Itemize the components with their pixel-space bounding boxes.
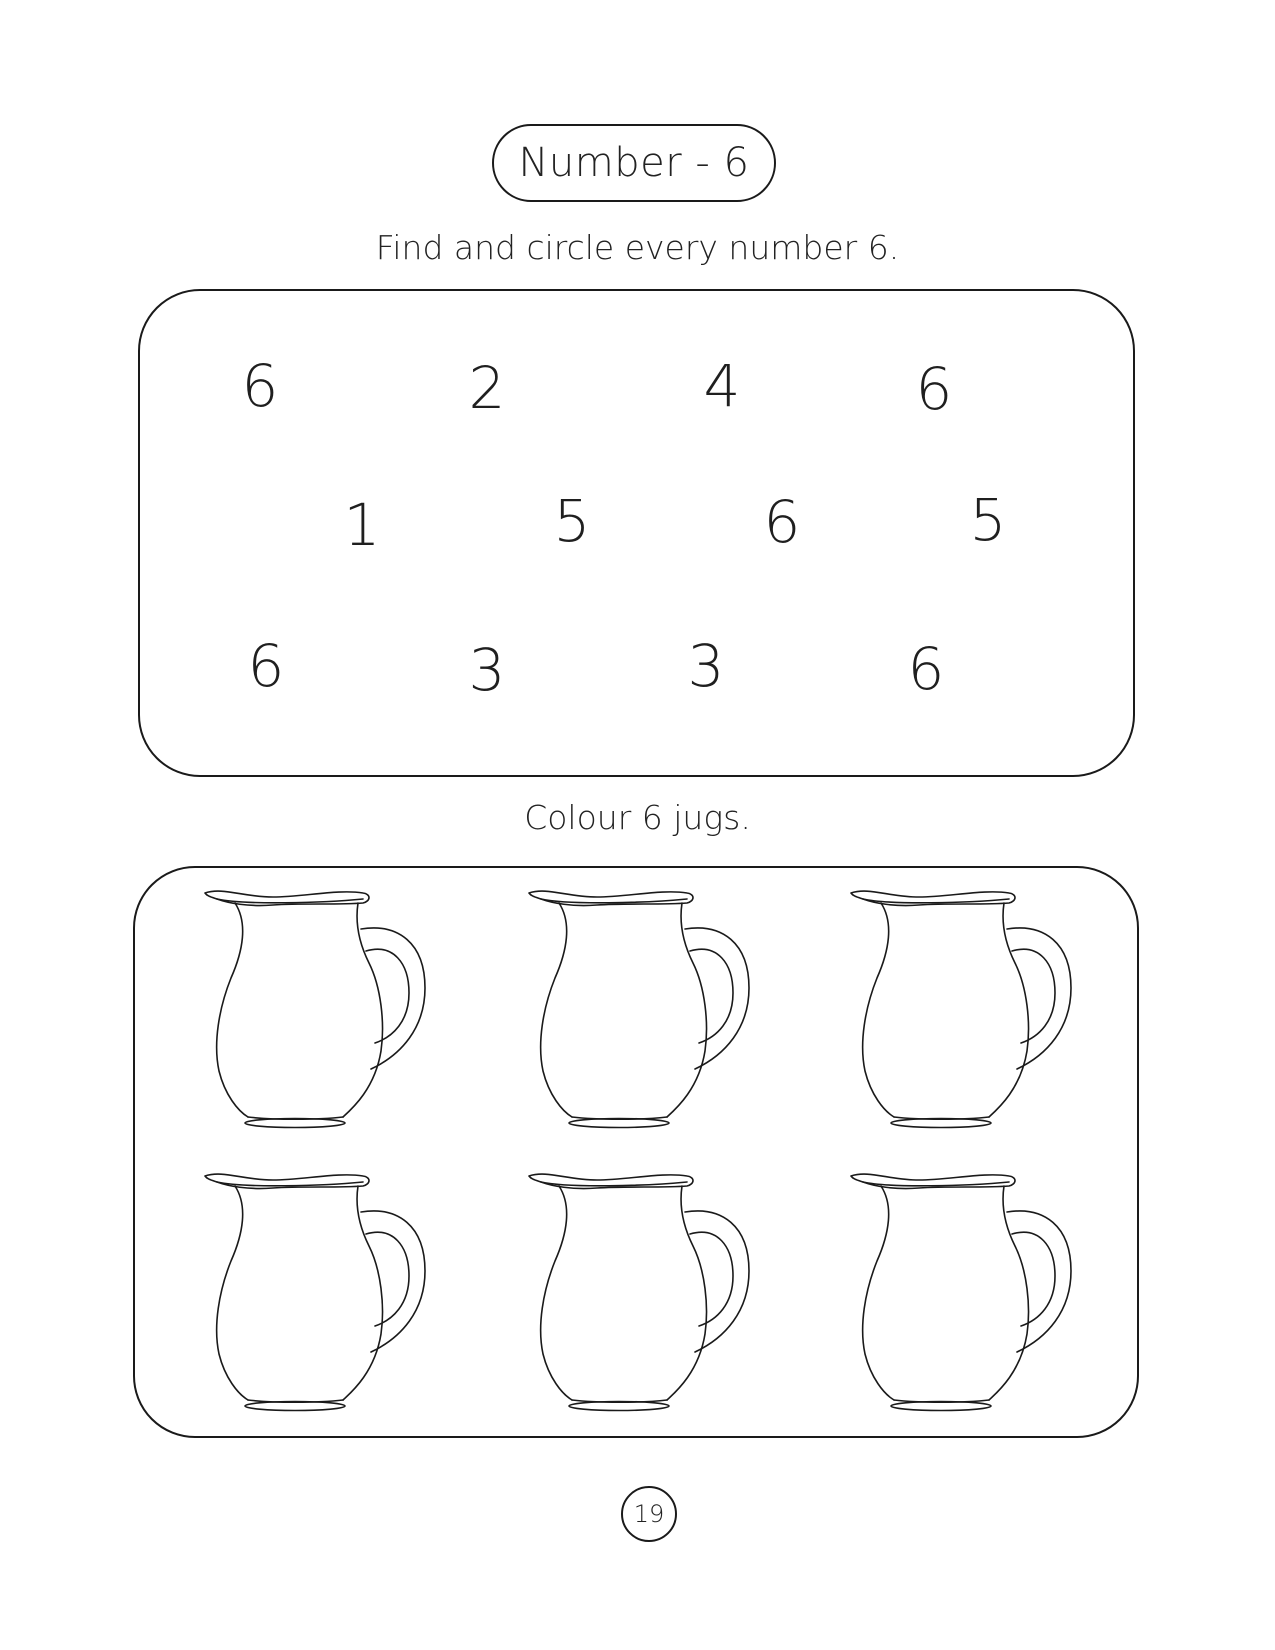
colour-instruction: Colour 6 jugs. bbox=[524, 798, 751, 837]
number-item[interactable]: 6 bbox=[916, 360, 953, 418]
jug-icon[interactable] bbox=[527, 1166, 767, 1426]
number-search-panel: 6 2 4 6 1 5 6 5 6 3 3 6 bbox=[138, 289, 1135, 777]
jug-icon[interactable] bbox=[203, 1166, 443, 1426]
number-item[interactable]: 6 bbox=[242, 357, 279, 415]
number-item[interactable]: 4 bbox=[704, 357, 741, 415]
number-item[interactable]: 5 bbox=[554, 492, 591, 550]
jug-icon[interactable] bbox=[849, 1166, 1089, 1426]
jug-colouring-panel bbox=[133, 866, 1139, 1438]
find-instruction: Find and circle every number 6. bbox=[375, 228, 900, 267]
number-item[interactable]: 2 bbox=[469, 359, 506, 417]
page-number: 19 bbox=[621, 1486, 677, 1542]
number-item[interactable]: 3 bbox=[469, 641, 506, 699]
number-item[interactable]: 6 bbox=[764, 493, 801, 551]
number-item[interactable]: 1 bbox=[344, 496, 381, 554]
number-item[interactable]: 6 bbox=[248, 637, 285, 695]
jug-icon[interactable] bbox=[849, 883, 1089, 1143]
number-item[interactable]: 3 bbox=[688, 637, 725, 695]
jug-icon[interactable] bbox=[527, 883, 767, 1143]
page-title: Number - 6 bbox=[492, 124, 776, 202]
jug-icon[interactable] bbox=[203, 883, 443, 1143]
number-item[interactable]: 6 bbox=[908, 640, 945, 698]
number-item[interactable]: 5 bbox=[970, 491, 1007, 549]
